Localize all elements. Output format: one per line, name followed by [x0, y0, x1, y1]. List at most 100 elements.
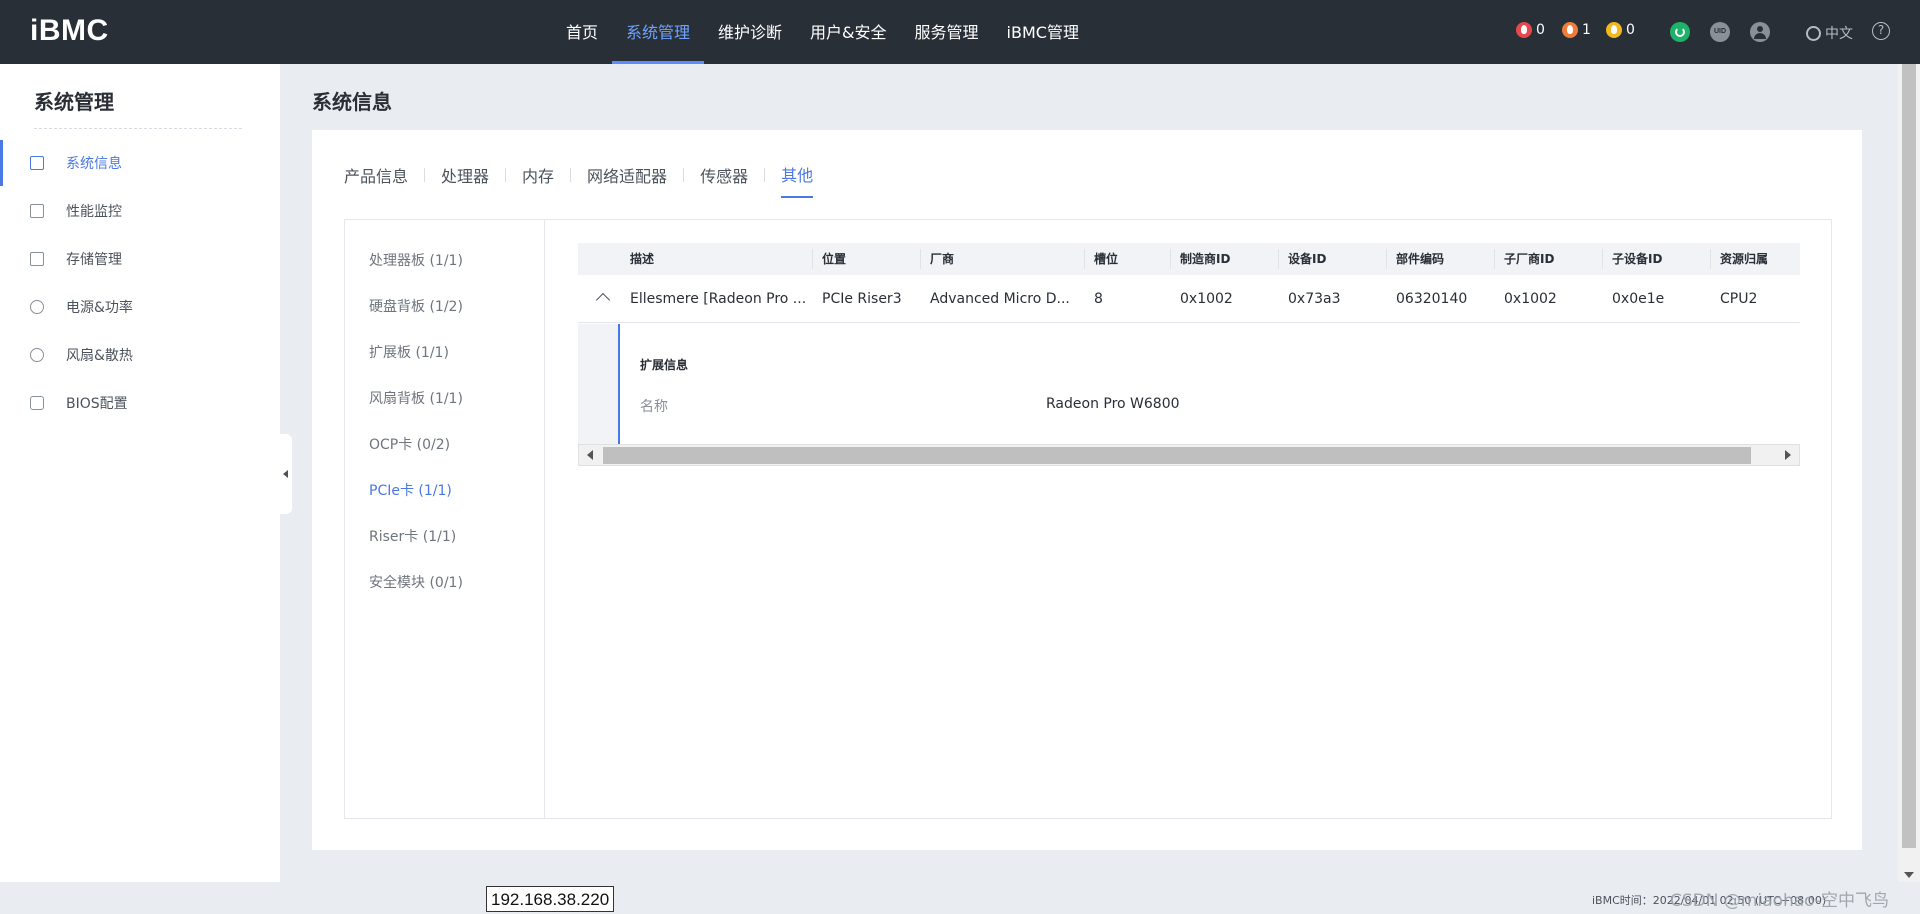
- tab-separator: [764, 168, 766, 182]
- table-cell: CPU2: [1720, 291, 1758, 307]
- nav-service-management[interactable]: 服务管理: [901, 0, 993, 64]
- column-header: 子厂商ID: [1504, 252, 1555, 266]
- table-header: 描述 位置 厂商 槽位 制造商ID 设备ID 部件编码 子厂商ID 子设备ID …: [578, 243, 1800, 275]
- scrollbar-thumb[interactable]: [603, 447, 1751, 464]
- sidebar-divider: [34, 128, 242, 129]
- category-security-module[interactable]: 安全模块 (0/1): [369, 572, 463, 592]
- performance-chart-icon: [30, 204, 44, 218]
- detail-label: 名称: [640, 399, 668, 415]
- info-tabs: 产品信息 处理器 内存 网络适配器 传感器 其他: [344, 162, 814, 198]
- minor-alarm-icon: [1606, 22, 1622, 38]
- ibmc-logo[interactable]: iBMC: [30, 14, 109, 48]
- table-row[interactable]: Ellesmere [Radeon Pro ... PCIe Riser3 Ad…: [578, 275, 1800, 323]
- scroll-left-icon[interactable]: [587, 450, 593, 460]
- detail-title: 扩展信息: [640, 358, 689, 372]
- sidebar-title: 系统管理: [34, 90, 114, 114]
- sidebar-item-fan[interactable]: 风扇&散热: [0, 332, 280, 378]
- scroll-down-icon[interactable]: [1904, 872, 1914, 878]
- sidebar-item-performance[interactable]: 性能监控: [0, 188, 280, 234]
- table-cell: Advanced Micro D...: [930, 291, 1070, 307]
- uid-icon[interactable]: UID: [1710, 22, 1730, 42]
- critical-alarm[interactable]: 0: [1516, 22, 1545, 38]
- collapse-row-icon[interactable]: [595, 292, 611, 308]
- table-cell: 0x0e1e: [1612, 291, 1665, 307]
- page-title: 系统信息: [312, 90, 392, 114]
- tab-memory[interactable]: 内存: [522, 163, 554, 197]
- major-alarm-icon: [1562, 22, 1578, 38]
- sidebar-item-label: 风扇&散热: [66, 348, 133, 364]
- tab-other[interactable]: 其他: [781, 162, 814, 198]
- category-cpu-board[interactable]: 处理器板 (1/1): [369, 250, 463, 270]
- table-cell: 0x73a3: [1288, 291, 1341, 307]
- column-header: 设备ID: [1288, 252, 1327, 266]
- help-icon[interactable]: ?: [1872, 22, 1890, 40]
- sidebar-item-power[interactable]: 电源&功率: [0, 284, 280, 330]
- tab-processor[interactable]: 处理器: [441, 163, 489, 197]
- critical-alarm-count: 0: [1536, 22, 1545, 38]
- category-expansion-board[interactable]: 扩展板 (1/1): [369, 342, 449, 362]
- scrollbar-thumb[interactable]: [1902, 64, 1916, 848]
- category-riser-card[interactable]: Riser卡 (1/1): [369, 526, 456, 546]
- sidebar-item-label: BIOS配置: [66, 396, 128, 412]
- critical-alarm-icon: [1516, 22, 1532, 38]
- nav-maintenance[interactable]: 维护诊断: [704, 0, 796, 64]
- ip-address: 192.168.38.220: [486, 886, 615, 912]
- category-pcie-card[interactable]: PCIe卡 (1/1): [369, 480, 452, 500]
- minor-alarm[interactable]: 0: [1606, 22, 1635, 38]
- table-cell: 0x1002: [1180, 291, 1233, 307]
- content-card: 产品信息 处理器 内存 网络适配器 传感器 其他 处理器板 (1/1) 硬盘背板…: [312, 130, 1862, 850]
- column-header: 部件编码: [1396, 252, 1445, 266]
- tab-separator: [505, 168, 507, 182]
- other-panel: 处理器板 (1/1) 硬盘背板 (1/2) 扩展板 (1/1) 风扇背板 (1/…: [344, 219, 1832, 819]
- bios-icon: [30, 396, 44, 410]
- tab-sensor[interactable]: 传感器: [700, 163, 748, 197]
- language-switch[interactable]: 中文: [1806, 23, 1853, 43]
- expanded-detail: 扩展信息 名称 Radeon Pro W6800: [578, 324, 1800, 444]
- horizontal-scrollbar[interactable]: [578, 444, 1800, 466]
- system-info-icon: [30, 156, 44, 170]
- column-header: 描述: [630, 252, 655, 266]
- storage-icon: [30, 252, 44, 266]
- status-bar: 192.168.38.220 iBMC时间：2022/04/01 02:50 (…: [0, 882, 1920, 914]
- tab-network-adapter[interactable]: 网络适配器: [587, 163, 667, 197]
- nav-system-management[interactable]: 系统管理: [612, 0, 705, 64]
- major-alarm-count: 1: [1582, 22, 1591, 38]
- tab-product-info[interactable]: 产品信息: [344, 163, 408, 197]
- column-header: 位置: [822, 252, 847, 266]
- column-header: 制造商ID: [1180, 252, 1231, 266]
- category-disk-backplane[interactable]: 硬盘背板 (1/2): [369, 296, 463, 316]
- column-header: 厂商: [930, 252, 955, 266]
- sidebar-item-bios[interactable]: BIOS配置: [0, 380, 280, 426]
- user-icon[interactable]: [1750, 22, 1770, 42]
- table-cell: PCIe Riser3: [822, 291, 902, 307]
- category-fan-backplane[interactable]: 风扇背板 (1/1): [369, 388, 463, 408]
- page-scrollbar[interactable]: [1898, 64, 1920, 882]
- sidebar-collapse-button[interactable]: [280, 434, 292, 514]
- fan-icon: [30, 348, 44, 362]
- column-header: 槽位: [1094, 252, 1119, 266]
- sidebar: 系统管理 系统信息 性能监控 存储管理 电源&功率 风扇&散热 BIOS配置: [0, 64, 280, 882]
- detail-value: Radeon Pro W6800: [1046, 396, 1180, 412]
- scroll-right-icon[interactable]: [1785, 450, 1791, 460]
- category-list: 处理器板 (1/1) 硬盘背板 (1/2) 扩展板 (1/1) 风扇背板 (1/…: [345, 220, 545, 818]
- table-cell: 0x1002: [1504, 291, 1557, 307]
- tab-separator: [683, 168, 685, 182]
- sidebar-item-label: 电源&功率: [66, 300, 133, 316]
- top-bar: iBMC 首页 系统管理 维护诊断 用户&安全 服务管理 iBMC管理 0 1 …: [0, 0, 1920, 64]
- nav-home[interactable]: 首页: [552, 0, 612, 64]
- nav-ibmc-management[interactable]: iBMC管理: [993, 0, 1093, 64]
- language-label: 中文: [1825, 26, 1853, 42]
- category-ocp-card[interactable]: OCP卡 (0/2): [369, 434, 450, 454]
- power-icon: [30, 300, 44, 314]
- tab-separator: [424, 168, 426, 182]
- sidebar-item-label: 系统信息: [66, 156, 122, 172]
- nav-user-security[interactable]: 用户&安全: [796, 0, 900, 64]
- column-header: 资源归属: [1720, 252, 1769, 266]
- power-icon[interactable]: [1670, 22, 1690, 42]
- sidebar-item-system-info[interactable]: 系统信息: [0, 140, 280, 186]
- sidebar-item-storage[interactable]: 存储管理: [0, 236, 280, 282]
- main-nav: 首页 系统管理 维护诊断 用户&安全 服务管理 iBMC管理: [552, 0, 1093, 64]
- minor-alarm-count: 0: [1626, 22, 1635, 38]
- table-cell: 8: [1094, 291, 1103, 307]
- major-alarm[interactable]: 1: [1562, 22, 1591, 38]
